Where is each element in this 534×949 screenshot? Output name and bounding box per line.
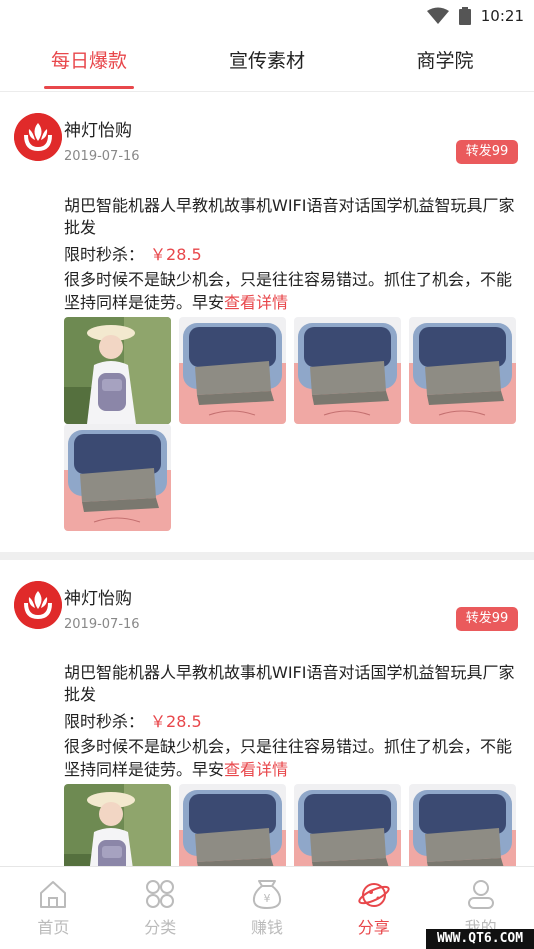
post-date: 2019-07-16	[64, 149, 140, 164]
post-feed[interactable]: 神灯怡购 2019-07-16 转发99 胡巴智能机器人早教机故事机WIFI语音…	[0, 92, 534, 866]
shop-logo-icon	[14, 113, 62, 161]
nav-earn-label: 赚钱	[250, 918, 283, 937]
tab-daily-hot[interactable]: 每日爆款	[0, 32, 178, 91]
product-photo-bag[interactable]	[294, 317, 401, 424]
product-title: 胡巴智能机器人早教机故事机WIFI语音对话国学机益智玩具厂家批发	[64, 663, 515, 704]
product-photo-bag[interactable]	[179, 784, 286, 866]
post-date: 2019-07-16	[64, 617, 140, 632]
svg-text:¥: ¥	[263, 892, 270, 905]
share-planet-icon	[358, 883, 390, 907]
tab-promo-material[interactable]: 宣传素材	[178, 32, 356, 91]
shop-name[interactable]: 神灯怡购	[64, 584, 132, 609]
nav-share[interactable]: 分享	[320, 867, 427, 949]
product-title: 胡巴智能机器人早教机故事机WIFI语音对话国学机益智玩具厂家批发	[64, 196, 515, 237]
product-photo-bag[interactable]	[294, 784, 401, 866]
nav-home-label: 首页	[37, 918, 70, 937]
price-row: 限时秒杀： ￥28.5	[64, 241, 202, 265]
nav-home[interactable]: 首页	[0, 867, 107, 949]
status-bar: 10:21	[0, 0, 534, 32]
product-photo-bag[interactable]	[64, 424, 171, 531]
shop-name[interactable]: 神灯怡购	[64, 116, 132, 141]
shop-logo[interactable]	[14, 113, 62, 161]
forward-button[interactable]: 转发99	[456, 607, 518, 631]
nav-share-label: 分享	[357, 918, 390, 937]
product-photo-bag[interactable]	[179, 317, 286, 424]
price-value: ￥28.5	[150, 712, 202, 731]
nav-earn[interactable]: ¥ 赚钱	[214, 867, 321, 949]
profile-icon	[467, 880, 494, 909]
price-row: 限时秒杀： ￥28.5	[64, 708, 202, 732]
post-divider	[0, 552, 534, 560]
top-tabs: 每日爆款 宣传素材 商学院	[0, 32, 534, 92]
product-photo-bag[interactable]	[409, 317, 516, 424]
price-label: 限时秒杀：	[64, 712, 145, 731]
post-description: 很多时候不是缺少机会，只是往往容易错过。抓住了机会，不能坚持同样是徒劳。早安查看…	[64, 735, 519, 781]
nav-category[interactable]: 分类	[107, 867, 214, 949]
forward-button[interactable]: 转发99	[456, 140, 518, 164]
view-details-link[interactable]: 查看详情	[224, 293, 288, 312]
post-description: 很多时候不是缺少机会，只是往往容易错过。抓住了机会，不能坚持同样是徒劳。早安查看…	[64, 268, 519, 314]
shop-logo-icon	[14, 581, 62, 629]
price-label: 限时秒杀：	[64, 245, 145, 264]
tab-business-school[interactable]: 商学院	[356, 32, 534, 91]
money-bag-icon: ¥	[252, 880, 282, 910]
post-card: 神灯怡购 2019-07-16 转发99 胡巴智能机器人早教机故事机WIFI语音…	[0, 92, 534, 552]
view-details-link[interactable]: 查看详情	[224, 760, 288, 779]
watermark: WWW.QT6.COM	[426, 929, 534, 949]
shop-logo[interactable]	[14, 581, 62, 629]
product-photo-model[interactable]	[64, 784, 171, 866]
product-photo-model[interactable]	[64, 317, 171, 424]
nav-category-label: 分类	[144, 918, 177, 937]
category-icon	[146, 880, 175, 908]
status-time: 10:21	[480, 7, 524, 25]
post-card: 神灯怡购 2019-07-16 转发99 胡巴智能机器人早教机故事机WIFI语音…	[0, 560, 534, 866]
home-icon	[40, 881, 67, 908]
battery-icon	[458, 7, 471, 25]
price-value: ￥28.5	[150, 245, 202, 264]
wifi-icon	[426, 7, 449, 24]
product-photo-bag[interactable]	[409, 784, 516, 866]
